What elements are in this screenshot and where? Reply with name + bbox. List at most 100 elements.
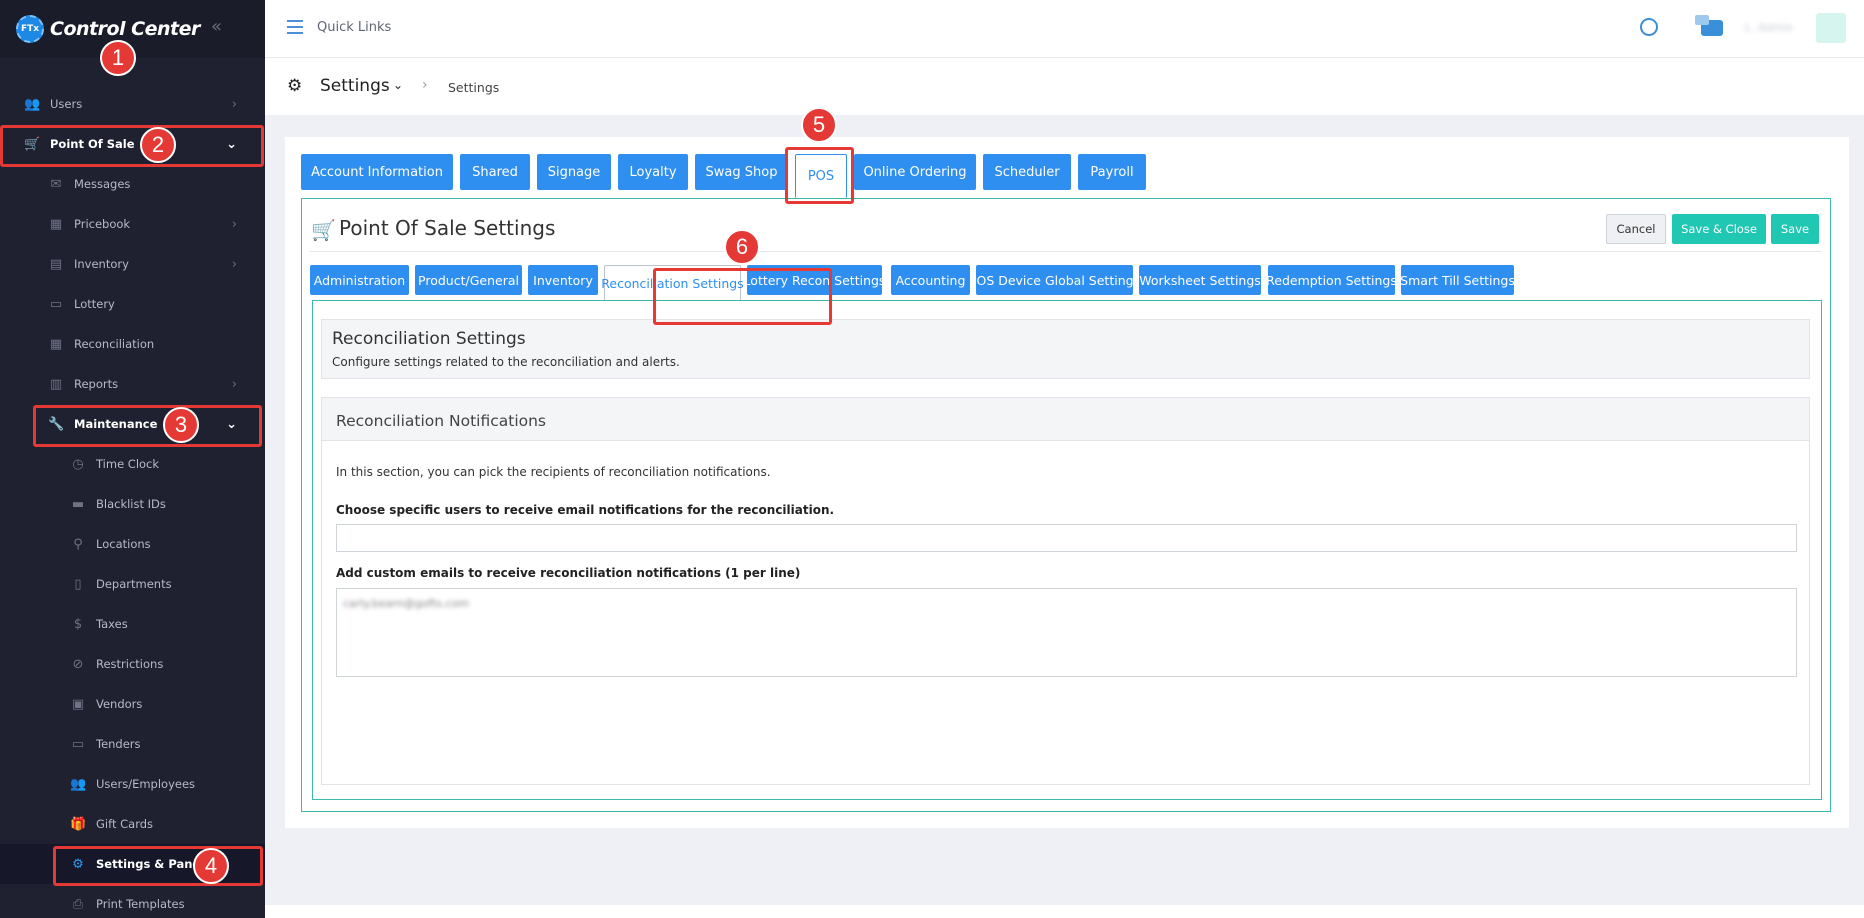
sidebar-item-label: Reconciliation [74, 337, 155, 351]
grid-icon: ▦ [49, 336, 63, 352]
sidebar-item-vendors[interactable]: ▣ Vendors [0, 684, 265, 724]
sidebar-item-messages[interactable]: ✉ Messages [0, 164, 265, 204]
sidebar-item-label: Vendors [96, 697, 143, 711]
sidebar-item-departments[interactable]: ▯ Departments [0, 564, 265, 604]
sidebar-item-taxes[interactable]: $ Taxes [0, 604, 265, 644]
email-value: carly.bearn@gofts.com [343, 597, 470, 610]
users-label: Choose specific users to receive email n… [336, 503, 835, 517]
sidebar-item-label: Inventory [74, 257, 129, 271]
tab-inventory[interactable]: Inventory [528, 265, 598, 295]
tab-pos-device-global-settings[interactable]: POS Device Global Settings [969, 265, 1140, 295]
pos-settings-section: 🛒 Point Of Sale Settings Cancel Save & C… [301, 198, 1831, 812]
money-icon: ▭ [71, 736, 85, 752]
calculator-icon: ▦ [49, 216, 63, 232]
clock-icon: ◷ [72, 456, 84, 472]
menu-icon[interactable] [287, 20, 303, 38]
sidebar-item-blacklist-ids[interactable]: ▬ Blacklist IDs [0, 484, 265, 524]
chat-icon[interactable] [1695, 15, 1723, 36]
annotation-badge: 4 [193, 848, 229, 884]
tab-reconciliation-settings[interactable]: Reconciliation Settings [601, 265, 744, 301]
sidebar-item-label: Maintenance [74, 417, 158, 431]
divider [310, 251, 1822, 252]
sidebar-item-label: Locations [96, 537, 151, 551]
sidebar-item-tenders[interactable]: ▭ Tenders [0, 724, 265, 764]
breadcrumb: ⚙ Settings ⌄ › Settings [265, 58, 1864, 115]
tab-administration[interactable]: Administration [310, 265, 409, 295]
sidebar-item-inventory[interactable]: ▤ Inventory › [0, 244, 265, 284]
tab-pos[interactable]: POS [795, 154, 847, 198]
ban-icon: ⊘ [72, 656, 84, 672]
tab-signage[interactable]: Signage [537, 154, 611, 190]
message-icon: ✉ [50, 176, 62, 192]
sidebar-item-label: Tenders [96, 737, 141, 751]
map-pin-icon: ⚲ [73, 536, 83, 552]
cart-plus-icon: 🛒 [311, 218, 336, 242]
printer-icon: ⎙ [72, 896, 84, 912]
chevron-right-icon: › [422, 77, 428, 93]
notifications-card: Reconciliation Notifications In this sec… [321, 397, 1810, 785]
tab-worksheet-settings[interactable]: Worksheet Settings [1139, 265, 1261, 295]
annotation-badge: 1 [100, 40, 136, 76]
chart-icon: ▥ [49, 376, 63, 392]
custom-emails-textarea[interactable]: carly.bearn@gofts.com [336, 588, 1797, 677]
reconciliation-subtitle: Configure settings related to the reconc… [332, 355, 680, 369]
save-close-button[interactable]: Save & Close [1672, 214, 1766, 244]
gift-icon: 🎁 [70, 816, 87, 832]
tab-swag-shop[interactable]: Swag Shop [695, 154, 788, 190]
sidebar-item-reports[interactable]: ▥ Reports › [0, 364, 265, 404]
sidebar-item-label: Departments [96, 577, 172, 591]
sidebar-item-print-templates[interactable]: ⎙ Print Templates [0, 884, 265, 918]
tab-loyalty[interactable]: Loyalty [618, 154, 688, 190]
tab-lottery-recon-settings[interactable]: Lottery Recon Settings [744, 265, 885, 295]
id-card-icon: ▬ [71, 496, 85, 512]
page-title[interactable]: Settings [320, 76, 390, 96]
building-icon: ▯ [74, 576, 82, 592]
tab-account-information[interactable]: Account Information [301, 154, 453, 190]
double-chevron-left-icon[interactable]: « [211, 16, 222, 37]
sidebar-item-time-clock[interactable]: ◷ Time Clock [0, 444, 265, 484]
tab-redemption-settings[interactable]: Redemption Settings [1266, 265, 1397, 295]
sidebar-item-users[interactable]: 👥 Users › [0, 84, 265, 124]
chevron-right-icon: › [231, 216, 237, 232]
users-select-field[interactable] [336, 524, 1797, 552]
quick-links-label[interactable]: Quick Links [317, 20, 391, 35]
chevron-right-icon: › [231, 96, 237, 112]
sidebar-item-point-of-sale[interactable]: 🛒 Point Of Sale ⌄ [0, 124, 265, 164]
cancel-button[interactable]: Cancel [1606, 214, 1666, 244]
reconciliation-settings-content: Reconciliation Settings Configure settin… [312, 300, 1822, 800]
ticket-icon: ▭ [49, 296, 63, 312]
reconciliation-title: Reconciliation Settings [332, 329, 526, 349]
tab-shared[interactable]: Shared [460, 154, 530, 190]
tab-product-general[interactable]: Product/General [415, 265, 522, 295]
search-icon[interactable] [1640, 18, 1658, 36]
notifications-description: In this section, you can pick the recipi… [336, 465, 771, 479]
sidebar-item-lottery[interactable]: ▭ Lottery [0, 284, 265, 324]
vendor-icon: ▣ [71, 696, 85, 712]
tab-scheduler[interactable]: Scheduler [983, 154, 1071, 190]
avatar[interactable] [1816, 13, 1846, 43]
tab-smart-till-settings[interactable]: Smart Till Settings [1400, 265, 1515, 295]
sidebar-item-reconciliation[interactable]: ▦ Reconciliation [0, 324, 265, 364]
chevron-right-icon: › [231, 376, 237, 392]
sidebar: FTx Control Center « 👥 Users › 🛒 Point O… [0, 0, 265, 918]
sidebar-item-locations[interactable]: ⚲ Locations [0, 524, 265, 564]
chevron-down-icon[interactable]: ⌄ [393, 78, 403, 92]
sidebar-item-label: Taxes [96, 617, 128, 631]
user-name[interactable]: L. Admin [1745, 21, 1793, 34]
tab-accounting[interactable]: Accounting [891, 265, 970, 295]
breadcrumb-current: Settings [448, 80, 500, 95]
chevron-down-icon: ⌄ [226, 416, 237, 432]
save-button[interactable]: Save [1771, 214, 1819, 244]
top-bar: Quick Links L. Admin [265, 0, 1864, 58]
sidebar-item-maintenance[interactable]: 🔧 Maintenance ⌄ [0, 404, 265, 444]
sidebar-item-label: Users/Employees [96, 777, 196, 791]
dollar-icon: $ [73, 616, 83, 632]
sidebar-item-users-employees[interactable]: 👥 Users/Employees [0, 764, 265, 804]
tab-online-ordering[interactable]: Online Ordering [854, 154, 976, 190]
sidebar-item-label: Print Templates [96, 897, 185, 911]
sidebar-item-label: Messages [74, 177, 131, 191]
sidebar-item-restrictions[interactable]: ⊘ Restrictions [0, 644, 265, 684]
sidebar-item-gift-cards[interactable]: 🎁 Gift Cards [0, 804, 265, 844]
tab-payroll[interactable]: Payroll [1078, 154, 1146, 190]
sidebar-item-pricebook[interactable]: ▦ Pricebook › [0, 204, 265, 244]
